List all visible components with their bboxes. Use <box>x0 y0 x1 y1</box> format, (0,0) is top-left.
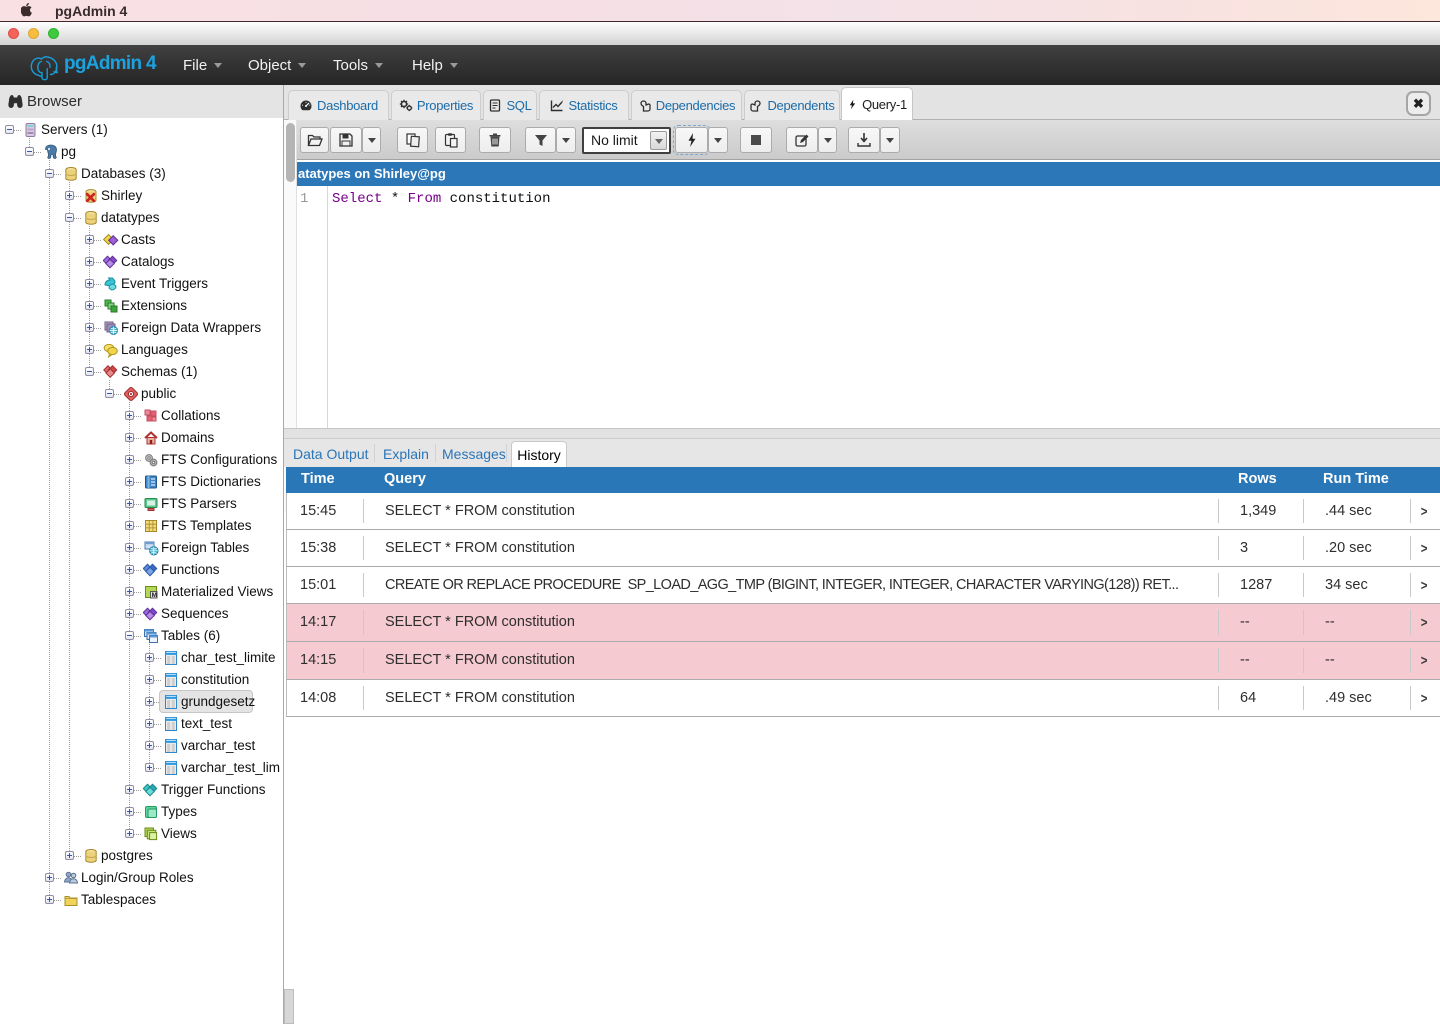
svg-text:M: M <box>152 592 157 599</box>
